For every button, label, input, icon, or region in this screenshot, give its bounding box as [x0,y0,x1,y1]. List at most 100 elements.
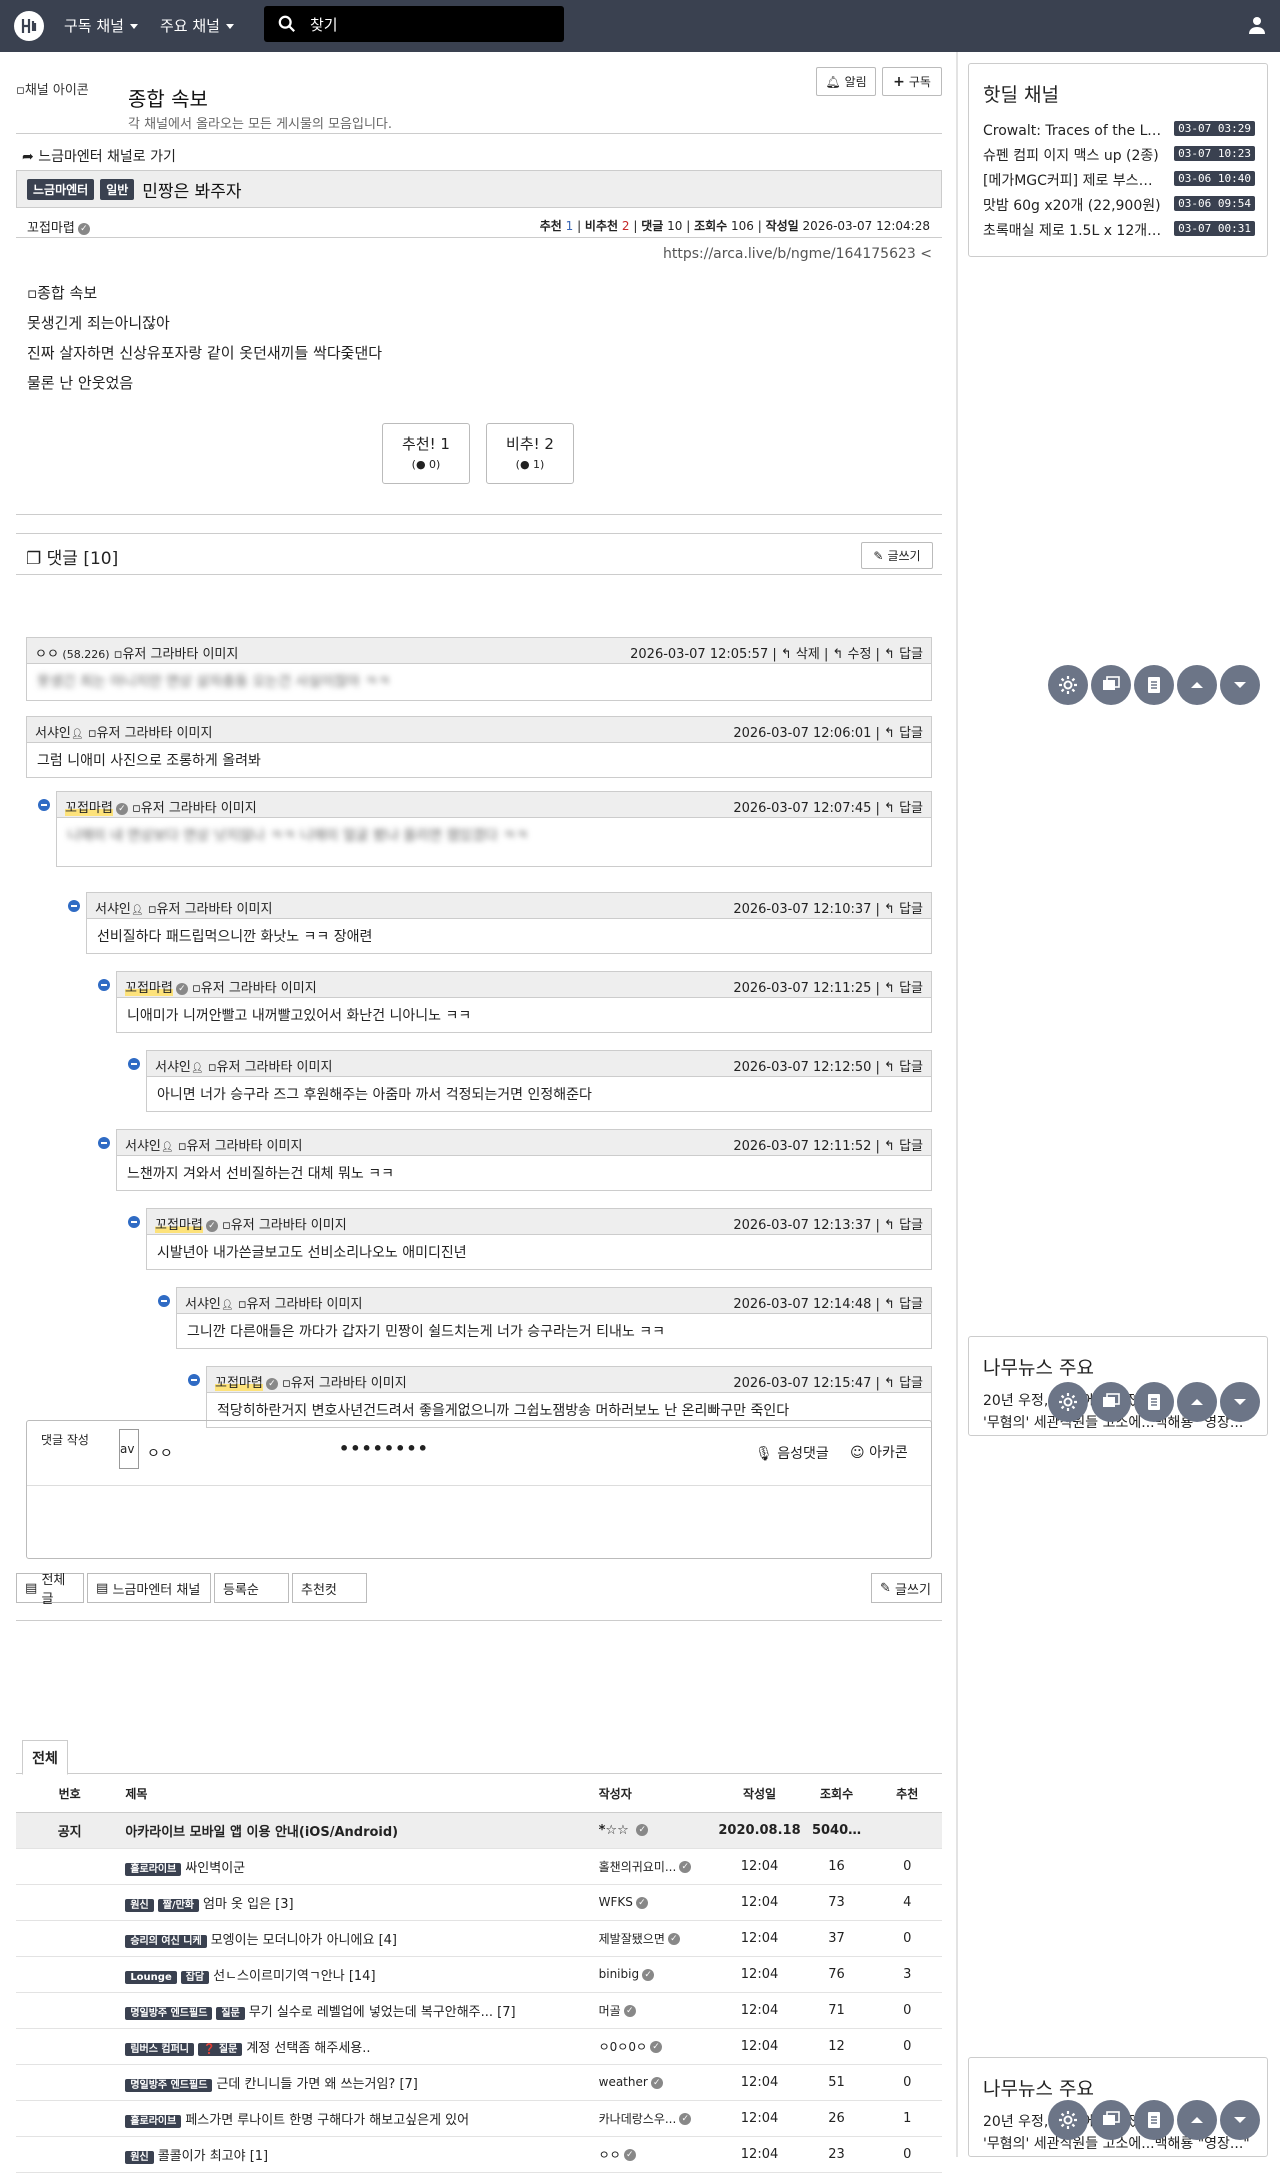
subscribe-button[interactable]: + 구독 [882,67,942,96]
row-title[interactable]: 홀로라이브 페스가면 루나이트 한명 구해다가 해보고싶은게 있어 [123,2100,599,2137]
row-author[interactable]: ㅇㅇ ✓ [598,2136,719,2173]
notice-title[interactable]: 아카라이브 모바일 앱 이용 안내(iOS/Android) [123,1812,599,1849]
user-icon[interactable] [1248,16,1266,34]
tab-all[interactable]: 전체 [22,1740,68,1775]
document-button[interactable] [1134,1382,1174,1422]
row-title[interactable]: 명일방주 엔드필드 질문 무기 실수로 레벨업에 넣었는데 복구안해주... [7] [123,1992,599,2029]
row-category-badge[interactable]: 질문 [216,2006,245,2020]
channel-badge[interactable]: 느금마엔터 [27,178,95,200]
comment-author[interactable]: 서샤인👤︎ ▫유저 그라바타 이미지 [185,1293,362,1312]
comment-action-reply-button[interactable]: | ↰ 답글 [871,801,923,816]
upvote-button[interactable]: 추천! 1 (● 0) [382,423,470,484]
row-title[interactable]: Lounge 잡담 선ㄴ스이르미기역ㄱ안나 [14] [123,1956,599,1993]
password-input[interactable]: •••••••• [339,1439,429,1458]
document-button[interactable] [1134,2100,1174,2140]
comments-button[interactable] [1091,1382,1131,1422]
best-filter-select[interactable]: 추천컷 [292,1573,367,1603]
table-row[interactable]: 명일방주 엔드필드 질문 무기 실수로 레벨업에 넣었는데 복구안해주... [7]… [16,1992,942,2029]
table-row[interactable]: 승리의 여신 니케 모엥이는 모더니아가 아니에요 [4] 제발잘됐으면 ✓ 12:04… [16,1920,942,1957]
arrow-down-button[interactable] [1220,2100,1260,2140]
row-category-badge[interactable]: 림버스 컴퍼니 [125,2042,194,2056]
category-badge[interactable]: 일반 [100,178,135,200]
settings-button[interactable] [1048,1382,1088,1422]
back-to-channel-link[interactable]: ➦ 느금마엔터 채널로 가기 [22,146,176,166]
row-title[interactable]: 원신 콜콜이가 최고야 [1] [123,2136,599,2173]
hotdeal-item[interactable]: 맛밤 60g x20개 (22,900원) 03-06 09:54 [969,192,1267,217]
comment-action-reply-button[interactable]: | ↰ 답글 [871,1376,923,1391]
search-input[interactable]: 찾기 [264,6,564,42]
row-category-badge[interactable]: 짤/만화 [157,1898,199,1912]
table-row[interactable]: 명일방주 엔드필드 근데 칸니니들 가면 왜 쓰는거임? [7] weather ✓ 1… [16,2064,942,2101]
arrow-down-button[interactable] [1220,665,1260,705]
arrow-up-button[interactable] [1177,665,1217,705]
row-author[interactable]: 홀챈의귀요미... ✓ [598,1848,719,1885]
collapse-comment-icon[interactable] [188,1374,200,1386]
comment-author[interactable]: 서샤인👤︎ ▫유저 그라바타 이미지 [155,1056,332,1075]
news-title[interactable]: 나무뉴스 주요 [969,1337,1267,1390]
comments-button[interactable] [1091,2100,1131,2140]
comment-action-reply-button[interactable]: | ↰ 답글 [871,902,923,917]
hotdeal-item[interactable]: 초록매실 제로 1.5L x 12개 (19,900원) 03-07 00:31 [969,217,1267,242]
comment-action-reply-button[interactable]: | ↰ 답글 [871,981,923,996]
row-author[interactable]: 카나데랑스우... ✓ [598,2100,719,2137]
comment-action-reply-button[interactable]: | ↰ 답글 [871,647,923,662]
channel-posts-button[interactable]: ▤ 느금마엔터 채널 [87,1573,211,1603]
arca-logo[interactable] [14,11,44,41]
row-title[interactable]: 승리의 여신 니케 모엥이는 모더니아가 아니에요 [4] [123,1920,599,1957]
table-row[interactable]: 홀로라이브 페스가면 루나이트 한명 구해다가 해보고싶은게 있어 카나데랑스우..… [16,2100,942,2137]
table-row[interactable]: 림버스 컴퍼니 ❓ 질문 계정 선택좀 해주세용.. ㅇ0ㅇ0ㅇ ✓ 12:04 12 0 [16,2028,942,2065]
arrow-down-button[interactable] [1220,1382,1260,1422]
row-author[interactable]: ㅇ0ㅇ0ㅇ ✓ [598,2028,719,2065]
table-row[interactable]: 홀로라이브 싸인벽이군 홀챈의귀요미... ✓ 12:04 16 0 [16,1848,942,1885]
row-category-badge[interactable]: 원신 [125,2150,154,2164]
sort-select[interactable]: 등록순 [214,1573,289,1603]
collapse-comment-icon[interactable] [68,900,80,912]
row-category-badge[interactable]: 승리의 여신 니케 [125,1934,207,1948]
collapse-comment-icon[interactable] [128,1216,140,1228]
comment-author[interactable]: 꼬접마렵 ✓ ▫유저 그라바타 이미지 [65,797,257,816]
notice-row[interactable]: 공지 아카라이브 모바일 앱 이용 안내(iOS/Android) *☆☆ ✓ … [16,1812,942,1849]
row-title[interactable]: 림버스 컴퍼니 ❓ 질문 계정 선택좀 해주세용.. [123,2028,599,2065]
comment-author[interactable]: 꼬접마렵 ✓ ▫유저 그라바타 이미지 [155,1214,347,1233]
comment-author[interactable]: 꼬접마렵 ✓ ▫유저 그라바타 이미지 [215,1372,407,1391]
row-title[interactable]: 원신 짤/만화 엄마 옷 입은 [3] [123,1884,599,1921]
settings-button[interactable] [1048,2100,1088,2140]
nav-subscribed-channels[interactable]: 구독 채널 [64,15,138,36]
arrow-up-button[interactable] [1177,1382,1217,1422]
nickname-input[interactable]: ㅇㅇ [147,1443,173,1463]
alarm-button[interactable]: 🔔︎ 알림 [816,67,876,96]
hotdeal-title[interactable]: 핫딜 채널 [969,64,1267,117]
table-row[interactable]: Lounge 잡담 선ㄴ스이르미기역ㄱ안나 [14] binibig ✓ 12:04 76 3 [16,1956,942,1993]
comment-action-delete-button[interactable]: | ↰ 삭제 [768,647,819,662]
emoticon-button[interactable]: ☺ 아카콘 [850,1442,908,1462]
row-category-badge[interactable]: 명일방주 엔드필드 [125,2006,213,2020]
comment-action-edit-button[interactable]: | ↰ 수정 [820,647,871,662]
collapse-comment-icon[interactable] [38,799,50,811]
row-category-badge[interactable]: 원신 [125,1898,154,1912]
arrow-up-button[interactable] [1177,2100,1217,2140]
write-post-button[interactable]: ✎ 글쓰기 [871,1573,942,1603]
table-row[interactable]: 원신 짤/만화 엄마 옷 입은 [3] WFKS ✓ 12:04 73 4 [16,1884,942,1921]
collapse-comment-icon[interactable] [128,1058,140,1070]
comment-action-reply-button[interactable]: | ↰ 답글 [871,1297,923,1312]
post-author[interactable]: 꼬접마렵 ✓ [27,217,90,236]
row-author[interactable]: weather ✓ [598,2064,719,2101]
row-category-badge[interactable]: 홀로라이브 [125,2114,182,2128]
collapse-comment-icon[interactable] [158,1295,170,1307]
nav-main-channels[interactable]: 주요 채널 [160,15,234,36]
hotdeal-item[interactable]: 슈펜 컴피 이지 맥스 up (2종) 03-07 10:23 [969,142,1267,167]
comment-action-reply-button[interactable]: | ↰ 답글 [871,726,923,741]
document-button[interactable] [1134,665,1174,705]
comment-author[interactable]: 서샤인👤︎ ▫유저 그라바타 이미지 [125,1135,302,1154]
write-comment-button[interactable]: ✎ 글쓰기 [861,542,933,569]
row-category-badge[interactable]: 잡담 [180,1970,210,1984]
channel-title[interactable]: 종합 속보 [128,83,208,112]
comment-author[interactable]: 서샤인👤︎ ▫유저 그라바타 이미지 [95,898,272,917]
settings-button[interactable] [1048,665,1088,705]
row-category-badge[interactable]: 홀로라이브 [125,1862,182,1876]
collapse-comment-icon[interactable] [98,979,110,991]
row-title[interactable]: 명일방주 엔드필드 근데 칸니니들 가면 왜 쓰는거임? [7] [123,2064,599,2101]
comment-author[interactable]: 서샤인👤︎ ▫유저 그라바타 이미지 [35,722,212,741]
row-title[interactable]: 홀로라이브 싸인벽이군 [123,1848,599,1885]
row-category-badge[interactable]: 명일방주 엔드필드 [125,2078,213,2092]
